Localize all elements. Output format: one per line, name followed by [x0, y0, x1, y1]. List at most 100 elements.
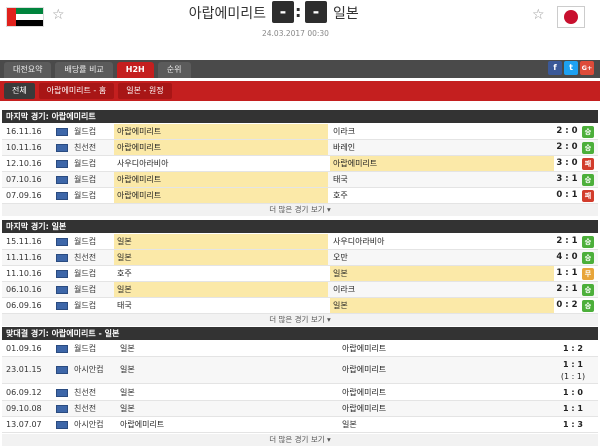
home-team[interactable]: 일본: [120, 341, 340, 356]
show-more-link[interactable]: 더 많은 경기 보기 ▾: [2, 204, 598, 216]
competition-flag-icon: [56, 302, 68, 310]
away-team[interactable]: 아랍에미리트: [342, 385, 552, 400]
result-badge: 승: [582, 174, 594, 186]
match-header: ☆ 아랍에미리트 - : - 일본 24.03.2017 00:30 ☆: [0, 0, 600, 42]
uae-flag-stripes: [16, 8, 43, 26]
away-team[interactable]: 아랍에미리트: [330, 156, 554, 171]
home-team[interactable]: 태국: [114, 298, 328, 313]
twitter-icon[interactable]: t: [564, 61, 578, 75]
tab-summary[interactable]: 대전요약: [4, 62, 52, 78]
show-more-link[interactable]: 더 많은 경기 보기 ▾: [2, 434, 598, 446]
competition-flag-icon: [56, 176, 68, 184]
home-team[interactable]: 아랍에미리트: [114, 172, 328, 187]
away-team[interactable]: 태국: [330, 172, 554, 187]
away-team[interactable]: 오만: [330, 250, 554, 265]
table-row[interactable]: 16.11.16 월드컵 아랍에미리트 이라크 2 : 0 승: [2, 124, 598, 140]
show-more-link[interactable]: 더 많은 경기 보기 ▾: [2, 314, 598, 326]
tab-standings[interactable]: 순위: [157, 62, 191, 78]
final-score: 2 : 1: [556, 284, 578, 294]
home-team[interactable]: 아랍에미리트: [114, 124, 328, 139]
table-row[interactable]: 06.09.12 친선전 일본 아랍에미리트 1 : 0: [2, 385, 598, 401]
away-team[interactable]: 바레인: [330, 140, 554, 155]
competition-flag-icon: [56, 192, 68, 200]
google-plus-icon[interactable]: G+: [580, 61, 594, 75]
home-team[interactable]: 일본: [114, 234, 328, 249]
competition-flag-icon: [56, 405, 68, 413]
table-row[interactable]: 07.09.16 월드컵 아랍에미리트 호주 0 : 1 패: [2, 188, 598, 204]
competition-name: 친선전: [74, 143, 97, 152]
japan-flag-disc: [564, 10, 578, 24]
final-score: 1 : 1: [556, 268, 578, 278]
home-team[interactable]: 일본: [120, 362, 340, 377]
subtab-all[interactable]: 전체: [4, 83, 35, 99]
table-row[interactable]: 23.01.15 아시안컵 일본 아랍에미리트 1 : 1 (1 : 1): [2, 357, 598, 384]
home-team[interactable]: 일본: [120, 385, 340, 400]
tab-h2h[interactable]: H2H: [116, 62, 154, 78]
competition-flag-icon: [56, 144, 68, 152]
away-team[interactable]: 호주: [330, 188, 554, 203]
table-row[interactable]: 01.09.16 월드컵 일본 아랍에미리트 1 : 2: [2, 341, 598, 357]
home-team[interactable]: 아랍에미리트: [114, 188, 328, 203]
favorite-home-star-icon[interactable]: ☆: [52, 7, 65, 23]
home-team[interactable]: 사우디아라비아: [114, 156, 328, 171]
result-badge: 승: [582, 126, 594, 138]
subtab-uae-home[interactable]: 아랍에미리트 - 홈: [38, 83, 115, 99]
match-date: 06.09.12: [6, 388, 42, 397]
japan-flag-icon: [557, 6, 585, 28]
tab-odds[interactable]: 배당률 비교: [55, 62, 113, 78]
match-date: 01.09.16: [6, 344, 42, 353]
final-score: 2 : 0: [556, 142, 578, 152]
away-team[interactable]: 일본: [330, 298, 554, 313]
match-datetime: 24.03.2017 00:30: [262, 29, 329, 38]
table-row[interactable]: 09.10.08 친선전 일본 아랍에미리트 1 : 1: [2, 401, 598, 417]
home-score: -: [272, 1, 294, 23]
facebook-icon[interactable]: f: [548, 61, 562, 75]
table-row[interactable]: 07.10.16 월드컵 아랍에미리트 태국 3 : 1 승: [2, 172, 598, 188]
home-team[interactable]: 일본: [120, 401, 340, 416]
match-date: 07.09.16: [6, 191, 42, 200]
table-row[interactable]: 10.11.16 친선전 아랍에미리트 바레인 2 : 0 승: [2, 140, 598, 156]
competition-flag-icon: [56, 389, 68, 397]
competition-name: 친선전: [74, 404, 97, 413]
table-row[interactable]: 13.07.07 아시안컵 아랍에미리트 일본 1 : 3: [2, 417, 598, 433]
table-row[interactable]: 11.10.16 월드컵 호주 일본 1 : 1 무: [2, 266, 598, 282]
home-team[interactable]: 일본: [114, 250, 328, 265]
home-team[interactable]: 호주: [114, 266, 328, 281]
table-row[interactable]: 11.11.16 친선전 일본 오만 4 : 0 승: [2, 250, 598, 266]
final-score: 1 : 0: [563, 388, 583, 397]
competition-flag-icon: [56, 286, 68, 294]
competition-flag-icon: [56, 270, 68, 278]
final-score: 1 : 3: [563, 420, 583, 429]
away-team[interactable]: 이라크: [330, 282, 554, 297]
home-team-name[interactable]: 아랍에미리트: [158, 3, 266, 23]
table-row[interactable]: 06.10.16 월드컵 일본 이라크 2 : 1 승: [2, 282, 598, 298]
section-title-uae: 마지막 경기: 아랍에미리트: [2, 110, 598, 123]
away-team[interactable]: 사우디아라비아: [330, 234, 554, 249]
away-team[interactable]: 아랍에미리트: [342, 341, 552, 356]
final-score: 3 : 0: [556, 158, 578, 168]
away-team[interactable]: 아랍에미리트: [342, 362, 552, 377]
match-date: 06.10.16: [6, 285, 42, 294]
match-date: 12.10.16: [6, 159, 42, 168]
competition-flag-icon: [56, 254, 68, 262]
home-team[interactable]: 아랍에미리트: [120, 417, 340, 432]
home-team[interactable]: 일본: [114, 282, 328, 297]
competition-name: 월드컵: [74, 191, 97, 200]
result-badge: 패: [582, 158, 594, 170]
away-team-name[interactable]: 일본: [333, 3, 359, 23]
match-date: 10.11.16: [6, 143, 42, 152]
match-date: 15.11.16: [6, 237, 42, 246]
away-team[interactable]: 이라크: [330, 124, 554, 139]
result-badge: 승: [582, 252, 594, 264]
away-team[interactable]: 아랍에미리트: [342, 401, 552, 416]
table-row[interactable]: 12.10.16 월드컵 사우디아라비아 아랍에미리트 3 : 0 패: [2, 156, 598, 172]
competition-name: 친선전: [74, 388, 97, 397]
favorite-away-star-icon[interactable]: ☆: [532, 7, 545, 23]
away-team[interactable]: 일본: [330, 266, 554, 281]
final-score: 1 : 1: [563, 404, 583, 413]
table-row[interactable]: 15.11.16 월드컵 일본 사우디아라비아 2 : 1 승: [2, 234, 598, 250]
subtab-japan-away[interactable]: 일본 - 원정: [118, 83, 172, 99]
table-row[interactable]: 06.09.16 월드컵 태국 일본 0 : 2 승: [2, 298, 598, 314]
home-team[interactable]: 아랍에미리트: [114, 140, 328, 155]
away-team[interactable]: 일본: [342, 417, 552, 432]
